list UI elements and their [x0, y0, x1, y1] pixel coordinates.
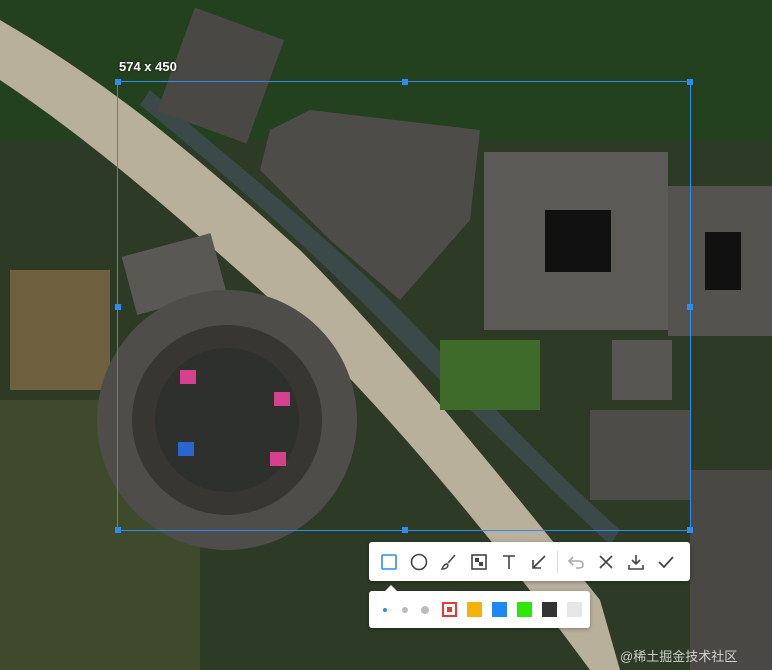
resize-handle-top[interactable]	[402, 79, 408, 85]
resize-handle-top-left[interactable]	[115, 79, 121, 85]
confirm-tool[interactable]	[651, 547, 681, 577]
text-icon	[503, 554, 515, 569]
watermark-text: @稀土掘金技术社区	[620, 649, 738, 664]
resize-handle-bottom[interactable]	[402, 527, 408, 533]
download-icon	[628, 554, 644, 570]
color-swatch-blue[interactable]	[492, 602, 507, 617]
color-swatch-red[interactable]	[442, 602, 457, 617]
circle-icon	[410, 553, 428, 570]
rectangle-tool[interactable]	[374, 547, 404, 577]
resize-handle-left[interactable]	[115, 304, 121, 310]
check-icon	[658, 555, 674, 568]
cancel-tool[interactable]	[591, 547, 621, 577]
save-tool[interactable]	[621, 547, 651, 577]
brush-tool[interactable]	[434, 547, 464, 577]
selection-rectangle[interactable]	[115, 79, 693, 533]
resize-handle-bottom-left[interactable]	[115, 527, 121, 533]
arrow-tool[interactable]	[524, 547, 554, 577]
resize-handle-top-right[interactable]	[687, 79, 693, 85]
mosaic-icon	[471, 553, 487, 570]
square-icon	[381, 553, 397, 570]
color-swatch-yellow[interactable]	[467, 602, 482, 617]
brush-size-small[interactable]	[383, 607, 387, 612]
selection-size-label: 574 x 450	[119, 59, 177, 74]
undo-icon	[567, 555, 584, 569]
brush-size-medium[interactable]	[402, 606, 408, 613]
color-palette-panel	[369, 585, 590, 628]
color-swatch-green[interactable]	[517, 602, 532, 617]
arrow-icon	[532, 554, 546, 569]
ellipse-tool[interactable]	[404, 547, 434, 577]
color-swatch-white[interactable]	[567, 602, 582, 617]
resize-handle-bottom-right[interactable]	[687, 527, 693, 533]
color-swatch-black[interactable]	[542, 602, 557, 617]
brush-icon	[440, 553, 456, 570]
screenshot-toolbar	[369, 542, 690, 581]
undo-tool[interactable]	[561, 547, 591, 577]
text-tool[interactable]	[494, 547, 524, 577]
brush-size-large[interactable]	[421, 605, 429, 614]
close-icon	[599, 554, 613, 569]
mosaic-tool[interactable]	[464, 547, 494, 577]
resize-handle-right[interactable]	[687, 304, 693, 310]
toolbar-divider	[557, 550, 558, 573]
